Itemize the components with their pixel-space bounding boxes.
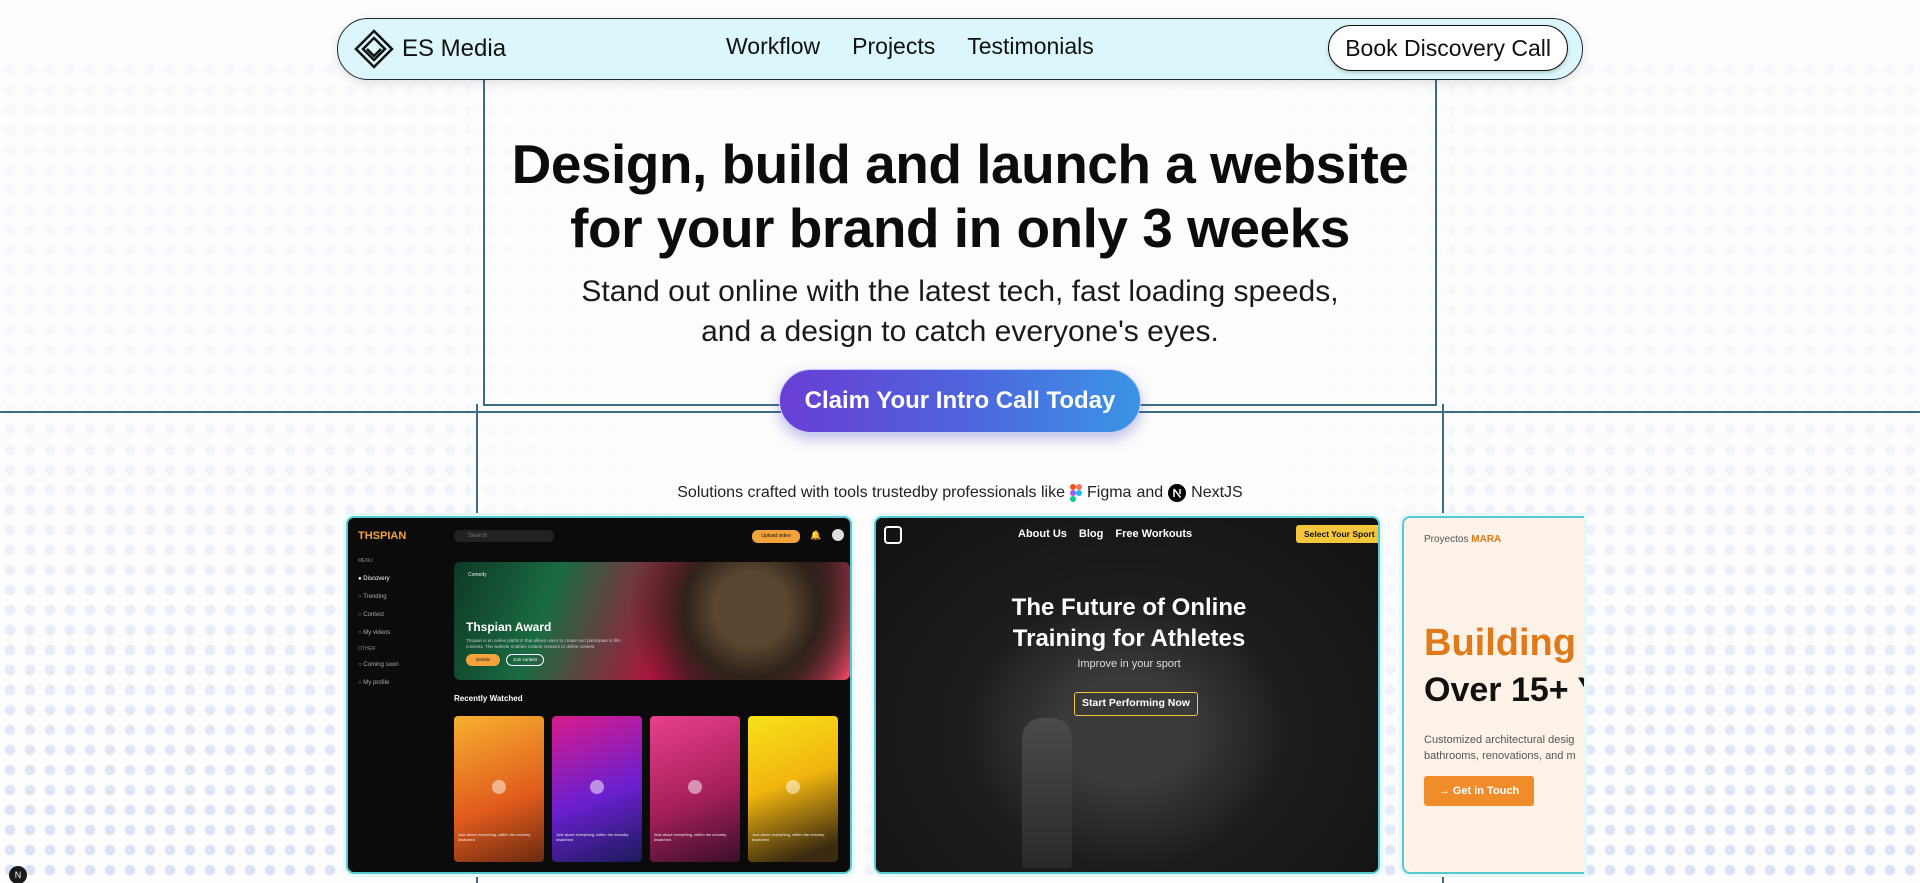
diamond-logo-icon (354, 29, 394, 69)
athletes-nav-about: About Us (1018, 528, 1067, 540)
claim-intro-call-button[interactable]: Claim Your Intro Call Today (779, 369, 1141, 433)
book-discovery-call-button[interactable]: Book Discovery Call (1328, 25, 1568, 71)
nav-link-workflow[interactable]: Workflow (726, 33, 820, 60)
sidebar-item-my-profile: ○ My profile (358, 680, 390, 686)
thspian-sidebar: ● Discovery ○ Trending ○ Contest ○ My vi… (358, 570, 390, 642)
brand-logo-link[interactable]: ES Media (354, 29, 506, 69)
thspian-upload-button: Upload video (752, 530, 800, 543)
sidebar-item-my-videos: ○ My videos (358, 630, 391, 636)
athletes-title: The Future of Online Training for Athlet… (1011, 594, 1247, 652)
avatar (832, 529, 844, 541)
sidebar-item-trending: ○ Trending (358, 594, 387, 600)
mara-description: Customized architectural desig bathrooms… (1424, 734, 1576, 762)
athletes-nav: About Us Blog Free Workouts (1018, 528, 1192, 540)
thspian-award-title: Thspian Award (466, 620, 552, 634)
athletes-logo-icon (884, 526, 902, 544)
athletes-cta-button: Start Performing Now (1074, 692, 1198, 716)
tool-nextjs: NextJS (1191, 484, 1243, 501)
figma-icon (1070, 484, 1082, 502)
play-icon (786, 780, 800, 794)
hero-title-line-2: for your brand in only 3 weeks (570, 197, 1350, 259)
thspian-hero-banner: Comedy Thspian Award Thspian is an onlin… (454, 562, 850, 680)
athletes-nav-free-workouts: Free Workouts (1115, 528, 1193, 540)
sidebar-item-contest: ○ Contest (358, 612, 384, 618)
hero-subtitle-line-1: Stand out online with the latest tech, f… (581, 275, 1339, 308)
athletes-subtitle: Improve in your sport (1077, 658, 1181, 670)
play-icon (590, 780, 604, 794)
thspian-search: Search (454, 530, 554, 542)
hero-title-line-1: Design, build and launch a website (511, 133, 1409, 195)
athlete-figure (1022, 718, 1072, 868)
hero-subtitle-line-2: and a design to catch everyone's eyes. (701, 315, 1219, 348)
mara-get-in-touch-button: → Get in Touch (1424, 776, 1534, 806)
mara-logo: Proyectos MARA (1424, 534, 1502, 545)
project-card-mara[interactable]: Proyectos MARA Building I Over 15+ Y Cus… (1402, 516, 1584, 874)
bell-icon: 🔔 (810, 530, 822, 540)
hero-title: Design, build and launch a website for y… (470, 132, 1450, 260)
athletes-select-sport-button: Select Your Sport (1296, 525, 1378, 543)
video-tile: Just about everything, within the indust… (748, 716, 838, 862)
thspian-menu-label: MENU (358, 558, 373, 564)
mara-heading-1: Building I (1424, 622, 1584, 664)
thspian-logo: THSPIAN (358, 530, 407, 542)
brand-name: ES Media (402, 35, 507, 62)
nav-links: Workflow Projects Testimonials (726, 33, 1094, 60)
play-icon (688, 780, 702, 794)
thspian-recent-heading: Recently Watched (454, 694, 523, 703)
thspian-sidebar-other: ○ Coming soon ○ My profile (358, 656, 399, 692)
trusted-and: and (1136, 484, 1164, 501)
trusted-tools-line: Solutions crafted with tools trustedby p… (470, 484, 1450, 502)
sidebar-item-coming-soon: ○ Coming soon (358, 662, 399, 668)
video-tile: Just about everything, within the indust… (552, 716, 642, 862)
thspian-tag: Comedy (468, 572, 487, 578)
mara-heading-2: Over 15+ Y (1424, 671, 1584, 709)
nextjs-icon (1168, 484, 1187, 502)
nextjs-dev-badge[interactable]: N (9, 866, 27, 883)
sidebar-item-discovery: ● Discovery (358, 576, 390, 582)
nav-link-projects[interactable]: Projects (852, 33, 935, 60)
project-card-thspian[interactable]: THSPIAN Search Upload video 🔔 MENU ● Dis… (346, 516, 852, 874)
trusted-prefix: Solutions crafted with tools trustedby p… (677, 484, 1065, 501)
athletes-nav-blog: Blog (1078, 528, 1104, 540)
thspian-details-button: Details (466, 654, 500, 666)
video-tile: Just about everything, within the indust… (650, 716, 740, 862)
thspian-desc: Thspian is an online platform that allow… (466, 638, 621, 649)
video-tile: Just about everything, within the indust… (454, 716, 544, 862)
thspian-join-button: Join contest (506, 654, 544, 666)
nav-link-testimonials[interactable]: Testimonials (967, 33, 1094, 60)
top-navbar: ES Media Workflow Projects Testimonials … (337, 18, 1583, 80)
tool-figma: Figma (1087, 484, 1132, 501)
thspian-other-label: OTHER (358, 646, 376, 652)
project-card-athletes[interactable]: About Us Blog Free Workouts Select Your … (874, 516, 1380, 874)
hero-subtitle: Stand out online with the latest tech, f… (470, 272, 1450, 352)
play-icon (492, 780, 506, 794)
